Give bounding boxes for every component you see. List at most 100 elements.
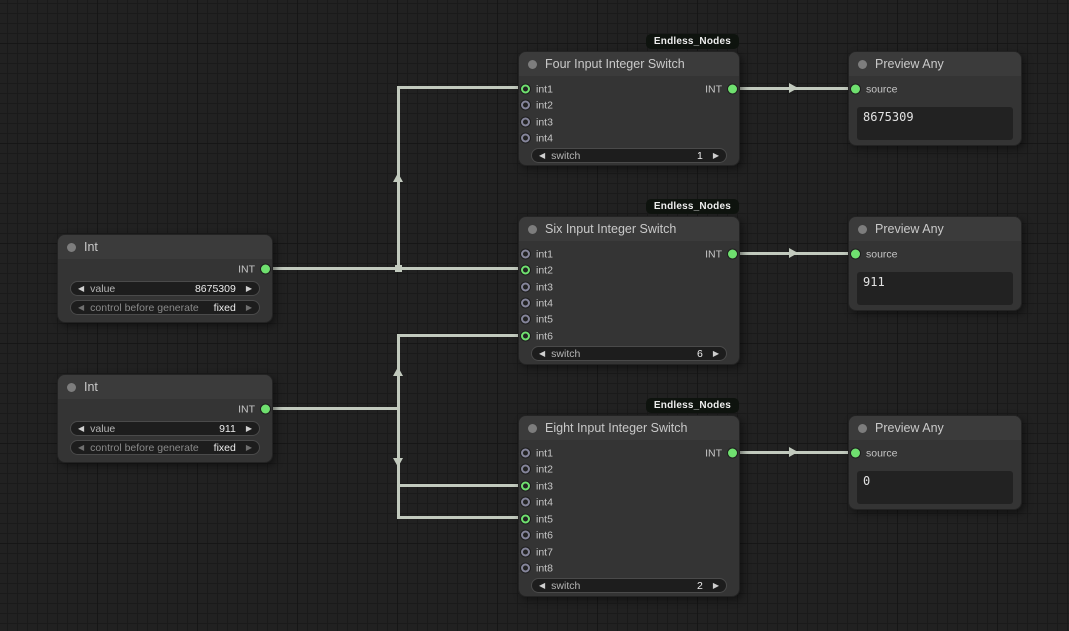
node-title-bar[interactable]: Int — [58, 235, 272, 259]
input-slot-icon[interactable] — [521, 548, 530, 557]
node-title-bar[interactable]: Preview Any — [849, 416, 1021, 440]
input-slot-icon[interactable] — [521, 498, 530, 507]
input-slot-icon[interactable] — [521, 332, 530, 341]
input-port-int4[interactable]: int4 — [521, 496, 559, 509]
output-slot-icon[interactable] — [261, 405, 270, 414]
input-slot-icon[interactable] — [521, 465, 530, 474]
widget-value[interactable]: 1 — [697, 150, 703, 162]
input-slot-icon[interactable] — [521, 101, 530, 110]
collapse-dot-icon[interactable] — [67, 243, 76, 252]
node-title-bar[interactable]: Six Input Integer Switch — [519, 217, 739, 241]
input-slot-icon[interactable] — [521, 515, 530, 524]
widget-value[interactable]: 2 — [697, 580, 703, 592]
input-slot-icon[interactable] — [851, 85, 860, 94]
increment-arrow-icon[interactable]: ▶ — [246, 304, 252, 312]
switch-widget[interactable]: ◀ switch 1 ▶ — [531, 148, 727, 163]
input-port-int4[interactable]: int4 — [521, 132, 559, 145]
output-port-int[interactable]: INT — [232, 403, 270, 416]
input-slot-icon[interactable] — [521, 482, 530, 491]
widget-value[interactable]: 8675309 — [195, 283, 236, 295]
decrement-arrow-icon[interactable]: ◀ — [539, 582, 545, 590]
input-port-int1[interactable]: int1 — [521, 248, 559, 261]
input-slot-icon[interactable] — [521, 266, 530, 275]
output-slot-icon[interactable] — [728, 85, 737, 94]
input-port-int3[interactable]: int3 — [521, 116, 559, 129]
input-slot-icon[interactable] — [521, 85, 530, 94]
input-slot-icon[interactable] — [521, 283, 530, 292]
node-four-input-integer-switch[interactable]: Endless_Nodes Four Input Integer Switch … — [518, 51, 740, 166]
increment-arrow-icon[interactable]: ▶ — [713, 152, 719, 160]
input-port-int5[interactable]: int5 — [521, 513, 559, 526]
increment-arrow-icon[interactable]: ▶ — [713, 582, 719, 590]
preview-output-text[interactable]: 8675309 — [857, 107, 1013, 140]
input-port-int7[interactable]: int7 — [521, 546, 559, 559]
collapse-dot-icon[interactable] — [528, 225, 537, 234]
collapse-dot-icon[interactable] — [858, 60, 867, 69]
widget-value[interactable]: fixed — [214, 302, 236, 314]
collapse-dot-icon[interactable] — [858, 424, 867, 433]
output-slot-icon[interactable] — [261, 265, 270, 274]
increment-arrow-icon[interactable]: ▶ — [246, 285, 252, 293]
output-port-int[interactable]: INT — [232, 263, 270, 276]
input-port-int2[interactable]: int2 — [521, 264, 559, 277]
input-slot-icon[interactable] — [521, 449, 530, 458]
increment-arrow-icon[interactable]: ▶ — [713, 350, 719, 358]
collapse-dot-icon[interactable] — [528, 60, 537, 69]
input-port-int1[interactable]: int1 — [521, 83, 559, 96]
node-int-b[interactable]: Int INT ◀ value 911 ▶ ◀ control before g… — [57, 374, 273, 463]
input-slot-icon[interactable] — [851, 449, 860, 458]
collapse-dot-icon[interactable] — [858, 225, 867, 234]
input-port-int4[interactable]: int4 — [521, 297, 559, 310]
output-port-int[interactable]: INT — [699, 83, 737, 96]
node-int-a[interactable]: Int INT ◀ value 8675309 ▶ ◀ control befo… — [57, 234, 273, 323]
widget-value[interactable]: 6 — [697, 348, 703, 360]
node-eight-input-integer-switch[interactable]: Endless_Nodes Eight Input Integer Switch… — [518, 415, 740, 597]
value-widget[interactable]: ◀ value 911 ▶ — [70, 421, 260, 436]
input-slot-icon[interactable] — [521, 118, 530, 127]
input-port-int3[interactable]: int3 — [521, 281, 559, 294]
input-port-int3[interactable]: int3 — [521, 480, 559, 493]
control-before-generate-widget[interactable]: ◀ control before generate fixed ▶ — [70, 440, 260, 455]
preview-output-text[interactable]: 0 — [857, 471, 1013, 504]
value-widget[interactable]: ◀ value 8675309 ▶ — [70, 281, 260, 296]
widget-value[interactable]: fixed — [214, 442, 236, 454]
input-port-source[interactable]: source — [851, 447, 904, 460]
output-port-int[interactable]: INT — [699, 447, 737, 460]
decrement-arrow-icon[interactable]: ◀ — [78, 304, 84, 312]
collapse-dot-icon[interactable] — [67, 383, 76, 392]
node-title-bar[interactable]: Int — [58, 375, 272, 399]
output-port-int[interactable]: INT — [699, 248, 737, 261]
node-six-input-integer-switch[interactable]: Endless_Nodes Six Input Integer Switch i… — [518, 216, 740, 365]
decrement-arrow-icon[interactable]: ◀ — [78, 444, 84, 452]
node-title-bar[interactable]: Preview Any — [849, 52, 1021, 76]
input-slot-icon[interactable] — [521, 134, 530, 143]
switch-widget[interactable]: ◀ switch 6 ▶ — [531, 346, 727, 361]
input-slot-icon[interactable] — [851, 250, 860, 259]
output-slot-icon[interactable] — [728, 449, 737, 458]
control-before-generate-widget[interactable]: ◀ control before generate fixed ▶ — [70, 300, 260, 315]
node-preview-any-c[interactable]: Preview Any source 0 — [848, 415, 1022, 510]
input-slot-icon[interactable] — [521, 250, 530, 259]
input-port-int6[interactable]: int6 — [521, 529, 559, 542]
node-title-bar[interactable]: Four Input Integer Switch — [519, 52, 739, 76]
input-port-int5[interactable]: int5 — [521, 313, 559, 326]
node-graph-canvas[interactable]: Int INT ◀ value 8675309 ▶ ◀ control befo… — [0, 0, 1069, 631]
input-port-int6[interactable]: int6 — [521, 330, 559, 343]
input-slot-icon[interactable] — [521, 531, 530, 540]
decrement-arrow-icon[interactable]: ◀ — [78, 425, 84, 433]
widget-value[interactable]: 911 — [219, 423, 236, 435]
node-title-bar[interactable]: Eight Input Integer Switch — [519, 416, 739, 440]
input-port-source[interactable]: source — [851, 248, 904, 261]
switch-widget[interactable]: ◀ switch 2 ▶ — [531, 578, 727, 593]
input-slot-icon[interactable] — [521, 315, 530, 324]
node-title-bar[interactable]: Preview Any — [849, 217, 1021, 241]
input-slot-icon[interactable] — [521, 299, 530, 308]
decrement-arrow-icon[interactable]: ◀ — [539, 152, 545, 160]
input-port-int8[interactable]: int8 — [521, 562, 559, 575]
collapse-dot-icon[interactable] — [528, 424, 537, 433]
node-preview-any-b[interactable]: Preview Any source 911 — [848, 216, 1022, 311]
increment-arrow-icon[interactable]: ▶ — [246, 425, 252, 433]
input-port-int2[interactable]: int2 — [521, 463, 559, 476]
input-slot-icon[interactable] — [521, 564, 530, 573]
output-slot-icon[interactable] — [728, 250, 737, 259]
